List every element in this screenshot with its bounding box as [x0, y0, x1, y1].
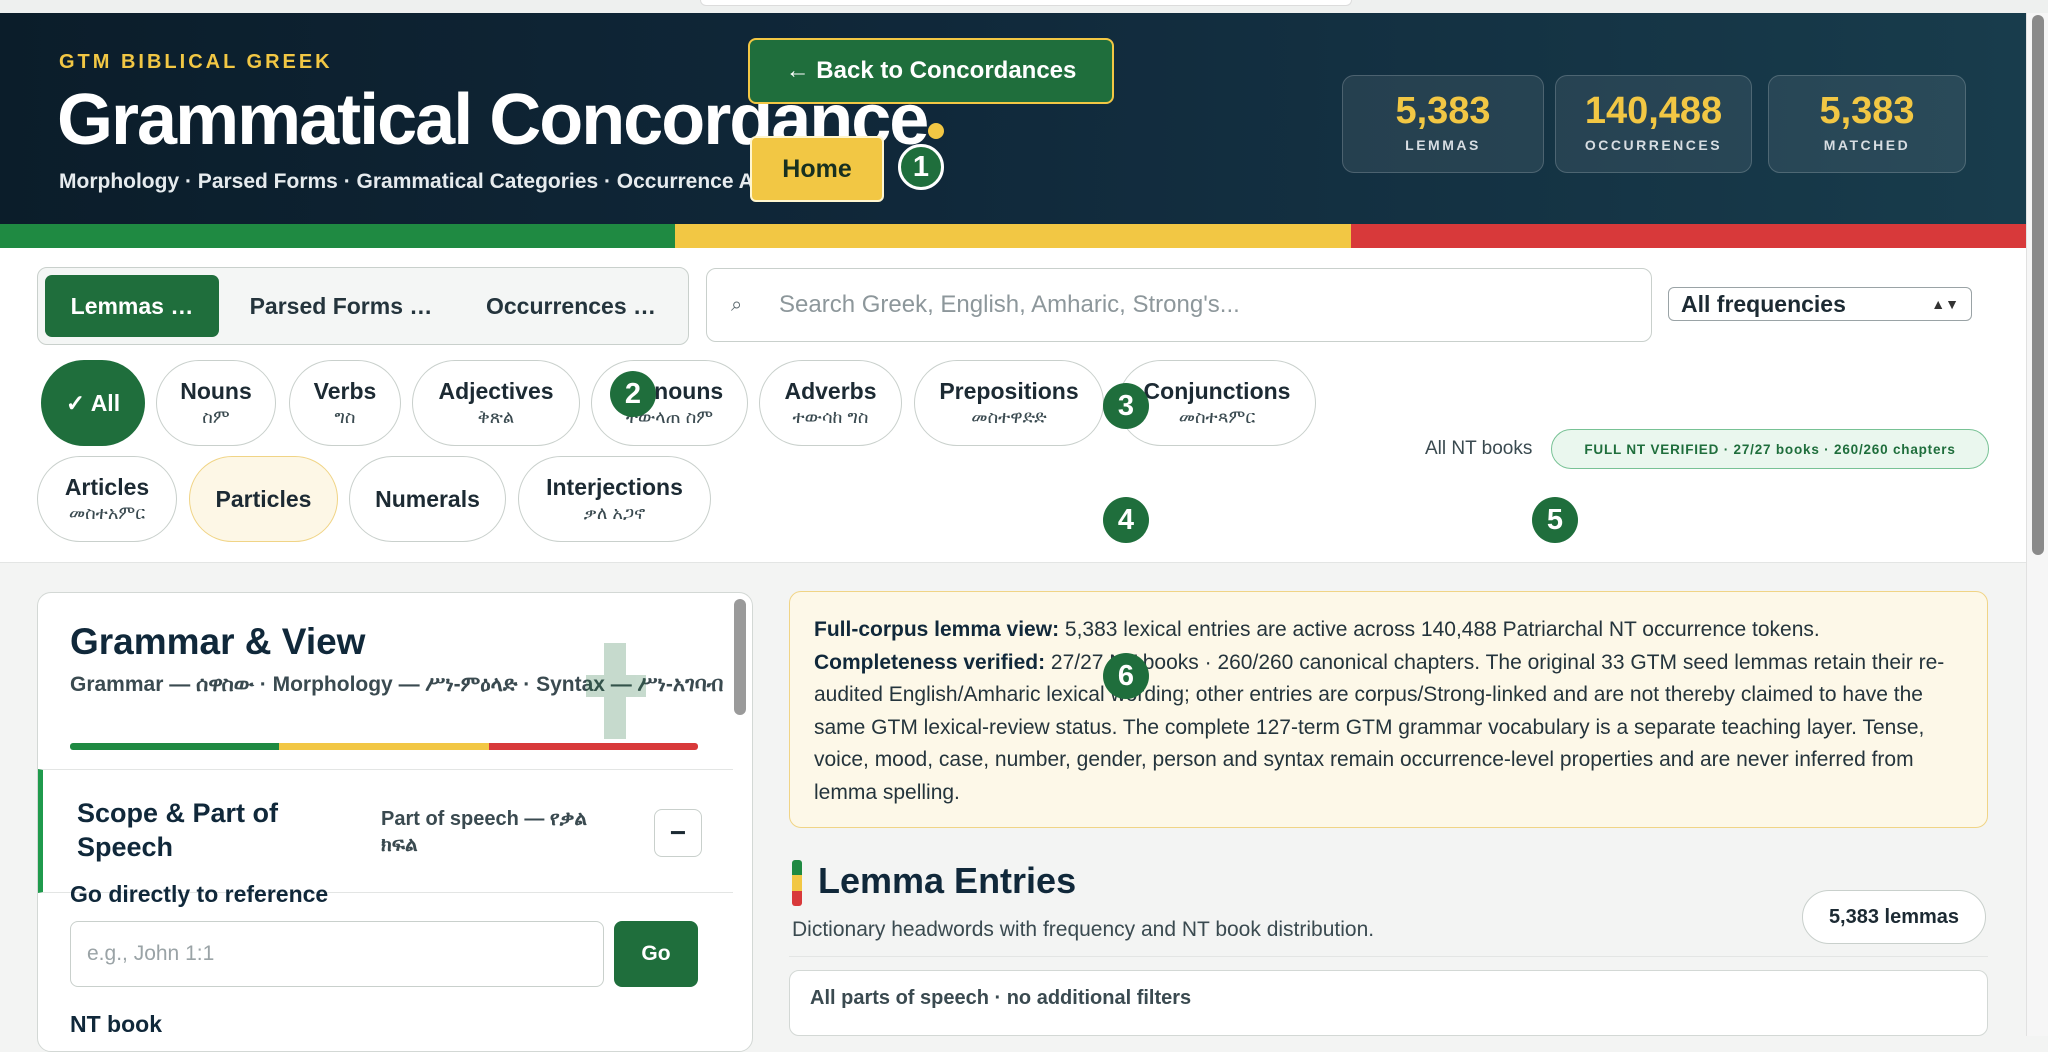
cross-icon — [586, 643, 646, 739]
notice-text-1: 5,383 lexical entries are active across … — [1059, 618, 1820, 641]
browser-top-strip — [0, 0, 2048, 13]
chip-label: Interjections — [546, 474, 683, 500]
chip-label: Verbs — [313, 378, 377, 404]
marker-6: 6 — [1103, 653, 1149, 699]
chip-label: ✓ All — [65, 389, 121, 416]
sidebar-title: Grammar & View — [70, 621, 366, 662]
goto-reference-label: Go directly to reference — [70, 881, 329, 907]
chip-particles[interactable]: Particles — [189, 456, 338, 542]
chip-verbs[interactable]: Verbs ግስ — [289, 360, 401, 446]
notice-heading-1: Full-corpus lemma view: — [814, 618, 1060, 641]
marker-3: 3 — [1103, 383, 1149, 429]
notice-heading-2: Completeness verified: — [814, 650, 1046, 674]
chip-label: Conjunctions — [1143, 378, 1291, 404]
marker-4: 4 — [1103, 497, 1149, 543]
chip-label: Nouns — [180, 378, 252, 404]
lemma-count-badge: 5,383 lemmas — [1802, 890, 1986, 944]
divider — [789, 956, 1988, 957]
sidebar-scrollbar-thumb[interactable] — [734, 599, 746, 715]
stat-label: LEMMAS — [1405, 137, 1481, 153]
chip-prepositions[interactable]: Prepositions መስተዋድድ — [914, 360, 1104, 446]
chevron-updown-icon: ▲▼ — [1931, 296, 1959, 312]
chip-label: Articles — [64, 474, 150, 500]
entries-accent-bar — [792, 860, 802, 906]
chip-amharic: መስተጻምር — [1178, 407, 1256, 427]
marker-1: 1 — [898, 144, 944, 190]
page-subtitle: Morphology · Parsed Forms · Grammatical … — [59, 170, 825, 193]
marker-5: 5 — [1532, 497, 1578, 543]
stat-label: OCCURRENCES — [1584, 137, 1723, 153]
nt-book-label: NT book — [70, 1011, 162, 1037]
verified-badge: FULL NT VERIFIED · 27/27 books · 260/260… — [1551, 429, 1989, 469]
stat-value: 5,383 — [1819, 90, 1915, 132]
view-tabs: Lemmas … Parsed Forms … Occurrences … — [37, 267, 689, 345]
reference-input[interactable]: e.g., John 1:1 — [70, 921, 604, 987]
chip-label: Prepositions — [939, 378, 1079, 404]
go-button[interactable]: Go — [614, 921, 698, 987]
stat-value: 5,383 — [1395, 90, 1491, 132]
search-icon: ⌕ — [731, 293, 743, 316]
flag-stripe — [0, 224, 2026, 248]
grammar-view-sidebar: Grammar & View Grammar — ሰዋስው · Morpholo… — [37, 592, 753, 1052]
stat-value: 140,488 — [1584, 90, 1723, 132]
chip-adjectives[interactable]: Adjectives ቅጽል — [412, 360, 580, 446]
chip-amharic: ግስ — [334, 407, 356, 427]
stat-label: MATCHED — [1823, 137, 1911, 153]
marker-2: 2 — [610, 371, 656, 417]
scope-section-title: Scope & Part of Speech — [77, 798, 279, 862]
lemma-entries-title: Lemma Entries — [818, 860, 1077, 901]
active-filters-summary: All parts of speech · no additional filt… — [789, 970, 1988, 1036]
chip-label: Adverbs — [784, 378, 877, 404]
back-to-concordances-button[interactable]: ← Back to Concordances — [748, 38, 1114, 104]
scope-section-subtitle: Part of speech — የቃል ክፍል — [381, 808, 587, 856]
frequency-select[interactable]: All frequencies ▲▼ — [1668, 287, 1972, 321]
scope-section-header[interactable]: Scope & Part of Speech Part of speech — … — [38, 769, 733, 893]
chip-adverbs[interactable]: Adverbs ተውሳከ ግስ — [759, 360, 902, 446]
search-input[interactable]: ⌕ Search Greek, English, Amharic, Strong… — [706, 268, 1652, 342]
tab-parsed-forms[interactable]: Parsed Forms … — [225, 275, 457, 337]
chip-amharic: ስም — [202, 407, 230, 427]
chip-label: Particles — [215, 485, 312, 512]
collapse-button[interactable]: − — [654, 809, 702, 857]
stat-lemmas: 5,383 LEMMAS — [1342, 75, 1544, 173]
scope-label: All NT books — [1425, 438, 1533, 459]
page-scrollbar[interactable] — [2026, 13, 2048, 1036]
title-dot — [928, 123, 944, 139]
stat-occurrences: 140,488 OCCURRENCES — [1555, 75, 1752, 173]
chip-amharic: ቃለ አጋኖ — [583, 503, 646, 523]
corpus-notice: Full-corpus lemma view: 5,383 lexical en… — [789, 591, 1988, 828]
tab-occurrences[interactable]: Occurrences … — [463, 275, 679, 337]
chip-nouns[interactable]: Nouns ስም — [156, 360, 276, 446]
chip-amharic: መስተአምር — [68, 503, 146, 523]
frequency-selected: All frequencies — [1681, 290, 1846, 317]
lemma-entries-subtitle: Dictionary headwords with frequency and … — [792, 918, 1375, 941]
stat-matched: 5,383 MATCHED — [1768, 75, 1966, 173]
chip-amharic: ቅጽል — [477, 407, 515, 427]
chip-amharic: መስተዋድድ — [971, 407, 1047, 427]
chip-numerals[interactable]: Numerals — [349, 456, 506, 542]
tab-lemmas[interactable]: Lemmas … — [45, 275, 219, 337]
sidebar-flag-stripe — [70, 743, 698, 750]
chip-label: Adjectives — [438, 378, 554, 404]
search-placeholder: Search Greek, English, Amharic, Strong's… — [779, 291, 1240, 318]
chip-all[interactable]: ✓ All — [41, 360, 145, 446]
chip-articles[interactable]: Articles መስተአምር — [37, 456, 177, 542]
home-button[interactable]: Home — [750, 136, 884, 202]
scrollbar-thumb[interactable] — [2032, 15, 2044, 555]
eyebrow-label: GTM BIBLICAL GREEK — [59, 51, 333, 73]
chip-amharic: ተውሳከ ግስ — [792, 407, 869, 427]
chip-label: Numerals — [375, 485, 480, 512]
controls-panel: Lemmas … Parsed Forms … Occurrences … ⌕ … — [0, 248, 2026, 563]
chip-interjections[interactable]: Interjections ቃለ አጋኖ — [518, 456, 711, 542]
